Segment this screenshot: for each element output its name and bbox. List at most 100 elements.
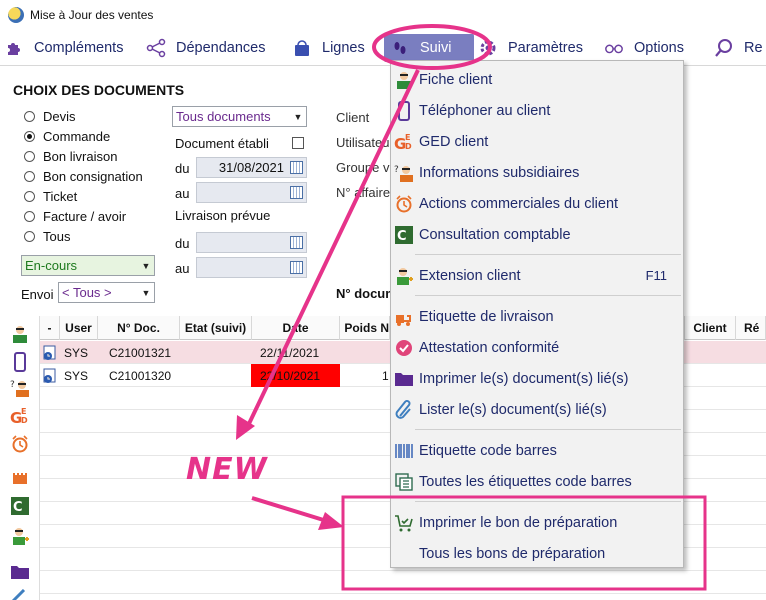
person-info-icon[interactable]: ?	[10, 378, 30, 398]
menu-dependances[interactable]: Dépendances	[146, 30, 266, 66]
menuitem-label: Etiquette code barres	[419, 442, 557, 459]
calendar-icon[interactable]	[290, 186, 303, 199]
folder-icon[interactable]	[10, 562, 30, 582]
footprints-icon	[390, 38, 410, 58]
menuitem-label: Lister le(s) document(s) lié(s)	[419, 401, 607, 418]
col-header[interactable]: Poids N	[340, 316, 390, 340]
cell-date: 22/11/2021	[260, 345, 320, 360]
radio-dot	[24, 191, 35, 202]
menuitem-toutes-etiquettes[interactable]: Toutes les étiquettes code barres	[391, 466, 683, 497]
search-icon	[714, 38, 734, 58]
menuitem-label: Attestation conformité	[419, 339, 560, 356]
col-header[interactable]: Client	[684, 316, 736, 340]
radio-devis[interactable]: Devis	[24, 109, 76, 124]
person-info-icon: ?	[394, 163, 414, 183]
menuitem-fiche-client[interactable]: Fiche client	[391, 64, 683, 95]
radio-facture[interactable]: Facture / avoir	[24, 209, 126, 224]
ledger-icon: C	[394, 225, 414, 245]
alarm-clock-icon	[394, 194, 414, 214]
paperclip-icon[interactable]	[10, 586, 30, 600]
menuitem-label: Extension client	[419, 267, 521, 284]
menu-complements[interactable]: Compléments	[4, 30, 123, 66]
glasses-icon	[604, 38, 624, 58]
ledger-icon[interactable]: C	[10, 496, 30, 516]
menuitem-telephoner[interactable]: Téléphoner au client	[391, 95, 683, 126]
radio-bon-consignation[interactable]: Bon consignation	[24, 169, 143, 184]
menuitem-label: Consultation comptable	[419, 226, 571, 243]
barcode-list-icon	[394, 472, 414, 492]
person-card-icon[interactable]	[10, 324, 30, 344]
col-header[interactable]: N° Doc.	[98, 316, 180, 340]
menuitem-attestation[interactable]: Attestation conformité	[391, 332, 683, 363]
col-header[interactable]: -	[40, 316, 60, 340]
svg-text:D: D	[21, 416, 28, 425]
menu-label: Suivi	[420, 40, 452, 56]
col-header[interactable]: Ré	[736, 316, 766, 340]
select-value: Tous documents	[176, 109, 271, 124]
radio-label: Bon consignation	[43, 169, 143, 184]
menuitem-actions-commerciales[interactable]: Actions commerciales du client	[391, 188, 683, 219]
person-card-icon	[394, 70, 414, 90]
livraison-du-field[interactable]	[196, 232, 307, 253]
utilisateur-label: Utilisateur	[336, 135, 394, 150]
liv-du-label: du	[175, 236, 190, 251]
menuitem-lister-lies[interactable]: Lister le(s) document(s) lié(s)	[391, 394, 683, 425]
document-type-select[interactable]: Tous documents ▼	[172, 106, 307, 127]
menuitem-imprimer-bon-preparation[interactable]: Imprimer le bon de préparation	[391, 507, 683, 538]
svg-text:?: ?	[394, 165, 399, 175]
livraison-au-field[interactable]	[196, 257, 307, 278]
radio-tous[interactable]: Tous	[24, 229, 70, 244]
cell-doc: C21001320	[109, 368, 172, 383]
menu-recherche[interactable]: Re	[714, 30, 763, 66]
phone-icon	[394, 101, 414, 121]
castle-icon[interactable]	[10, 466, 30, 486]
svg-text:C: C	[397, 229, 407, 244]
envoi-label: Envoi	[21, 287, 54, 302]
radio-label: Tous	[43, 229, 71, 244]
document-etabli-label: Document établi	[175, 136, 269, 151]
menu-separator	[415, 501, 681, 502]
col-header[interactable]: Date	[252, 316, 340, 340]
shopping-bag-icon	[292, 38, 312, 58]
menuitem-consultation-comptable[interactable]: C Consultation comptable	[391, 219, 683, 250]
menuitem-ged-client[interactable]: GED GED client	[391, 126, 683, 157]
calendar-icon[interactable]	[290, 261, 303, 274]
cart-check-icon	[394, 513, 414, 533]
left-toolbar: ? GED C	[0, 316, 40, 600]
phone-icon[interactable]	[10, 352, 30, 372]
ged-icon[interactable]: GED	[10, 406, 30, 426]
menuitem-tous-bons-preparation[interactable]: Tous les bons de préparation	[391, 538, 683, 569]
menuitem-extension-client[interactable]: Extension client F11	[391, 260, 683, 291]
calendar-icon[interactable]	[290, 161, 303, 174]
menuitem-imprimer-lies[interactable]: Imprimer le(s) document(s) lié(s)	[391, 363, 683, 394]
menuitem-informations[interactable]: ? Informations subsidiaires	[391, 157, 683, 188]
envoi-select[interactable]: < Tous > ▼	[58, 282, 155, 303]
person-plus-icon[interactable]	[10, 526, 30, 546]
radio-dot	[24, 211, 35, 222]
menuitem-label: Actions commerciales du client	[419, 195, 619, 212]
document-etabli-checkbox[interactable]	[292, 137, 304, 149]
calendar-icon[interactable]	[290, 236, 303, 249]
menuitem-etiquette-livraison[interactable]: Etiquette de livraison	[391, 301, 683, 332]
radio-dot	[24, 151, 35, 162]
menu-suivi[interactable]: Suivi	[384, 34, 474, 62]
status-select[interactable]: En-cours ▼	[21, 255, 155, 276]
alarm-clock-icon[interactable]	[10, 434, 30, 454]
radio-ticket[interactable]: Ticket	[24, 189, 77, 204]
date-au-field[interactable]	[196, 182, 307, 203]
document-icon	[43, 364, 57, 387]
app-icon	[8, 7, 24, 23]
col-header[interactable]: Etat (suivi)	[180, 316, 252, 340]
menuitem-etiquette-code-barres[interactable]: Etiquette code barres	[391, 435, 683, 466]
menu-separator	[415, 295, 681, 296]
menu-separator	[415, 429, 681, 430]
ged-icon: GED	[394, 132, 414, 152]
col-header[interactable]: User	[60, 316, 98, 340]
svg-text:E: E	[405, 133, 410, 142]
radio-bon-livraison[interactable]: Bon livraison	[24, 149, 117, 164]
menu-label: Compléments	[34, 40, 124, 56]
radio-commande[interactable]: Commande	[24, 129, 110, 144]
menu-lignes[interactable]: Lignes	[292, 30, 365, 66]
client-label: Client	[336, 110, 370, 125]
date-du-field[interactable]: 31/08/2021	[196, 157, 307, 178]
